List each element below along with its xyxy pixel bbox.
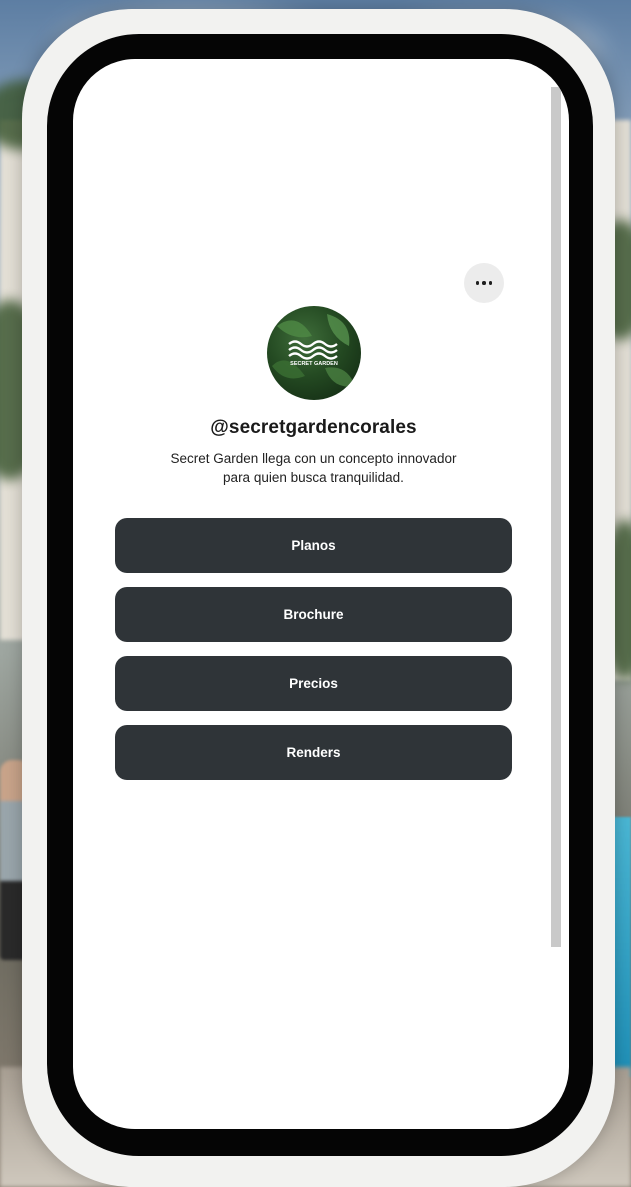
avatar-logo-text: SECRET GARDEN (290, 361, 338, 367)
profile-bio: Secret Garden llega con un concepto inno… (73, 449, 554, 487)
link-button-renders[interactable]: Renders (115, 725, 512, 780)
profile-bio-line-1: Secret Garden llega con un concepto inno… (170, 451, 457, 466)
profile-username: @secretgardencorales (210, 417, 417, 438)
phone-screen: SECRET GARDEN @secretgardencorales Secre… (73, 59, 569, 1129)
link-button-precios[interactable]: Precios (115, 656, 512, 711)
link-button-planos[interactable]: Planos (115, 518, 512, 573)
avatar: SECRET GARDEN (267, 306, 361, 400)
profile-bio-line-2: para quien busca tranquilidad. (223, 470, 404, 485)
link-list: Planos Brochure Precios Renders (115, 518, 512, 794)
more-options-button[interactable] (464, 263, 504, 303)
secret-garden-logo: SECRET GARDEN (272, 314, 355, 387)
scrollbar-track (551, 87, 561, 947)
link-button-brochure[interactable]: Brochure (115, 587, 512, 642)
more-horizontal-icon (475, 281, 493, 285)
